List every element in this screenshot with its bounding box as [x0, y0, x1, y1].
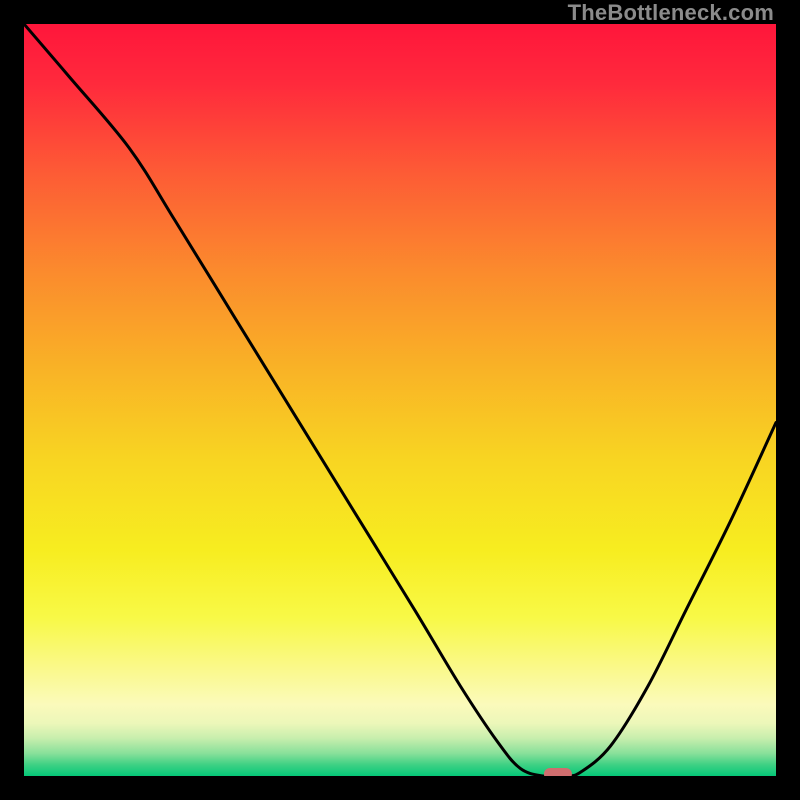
highlight-marker: [544, 768, 572, 776]
watermark-text: TheBottleneck.com: [568, 0, 774, 26]
chart-frame: [24, 24, 776, 776]
chart-svg: [24, 24, 776, 776]
gradient-background: [24, 24, 776, 776]
